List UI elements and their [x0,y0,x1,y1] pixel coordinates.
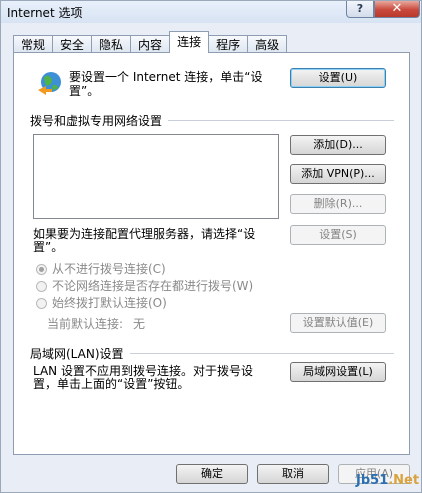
dialup-section-title: 拨号和虚拟专用网络设置 [30,112,169,129]
setup-text-line1: 要设置一个 Internet 连接，单击“设 [69,70,263,84]
tab-programs[interactable]: 程序 [208,35,249,53]
tab-security[interactable]: 安全 [52,35,93,53]
tab-strip: 常规 安全 隐私 内容 连接 程序 高级 [13,31,288,53]
internet-options-window: Internet 选项 ? ✕ 常规 安全 隐私 内容 连接 程序 高级 要设置… [0,0,422,493]
tab-general[interactable]: 常规 [13,35,54,53]
setup-text-line2: 置”。 [69,84,100,98]
current-default-label: 当前默认连接: [47,317,124,331]
site-watermark: Jb51.Net [356,473,419,488]
title-bar[interactable]: Internet 选项 ? ✕ [1,1,421,23]
never-dial-radio[interactable] [36,264,47,275]
lan-text-line2: 置，单击上面的“设置”按钮。 [33,377,190,391]
watermark-right: .Net [388,473,420,488]
delete-button[interactable]: 删除(R)... [290,194,386,214]
lan-settings-button[interactable]: 局域网设置(L) [290,362,386,382]
proxy-text-line2: 置”。 [33,240,64,254]
proxy-settings-button[interactable]: 设置(S) [290,225,386,245]
current-default-value: 无 [133,317,146,331]
connections-list[interactable] [33,134,279,219]
never-dial-label: 从不进行拨号连接(C) [52,262,166,276]
connections-panel: 要设置一个 Internet 连接，单击“设 置”。 设置(U) 拨号和虚拟专用… [13,52,410,455]
proxy-text-line1: 如果要为连接配置代理服务器，请选择“设 [33,227,256,241]
always-dial-label: 始终拨打默认连接(O) [52,296,167,310]
tab-privacy[interactable]: 隐私 [91,35,132,53]
ok-button[interactable]: 确定 [176,464,248,484]
close-button[interactable]: ✕ [374,1,420,18]
dial-whenever-radio[interactable] [36,281,47,292]
setup-button[interactable]: 设置(U) [290,68,386,88]
cancel-button[interactable]: 取消 [257,464,329,484]
dial-whenever-label: 不论网络连接是否存在都进行拨号(W) [52,279,254,293]
tab-connections[interactable]: 连接 [169,31,210,53]
always-dial-radio[interactable] [36,298,47,309]
add-vpn-button[interactable]: 添加 VPN(P)... [290,164,386,184]
lan-section-title: 局域网(LAN)设置 [30,345,130,362]
watermark-left: Jb51 [356,473,389,488]
set-default-button[interactable]: 设置默认值(E) [290,313,386,333]
tab-advanced[interactable]: 高级 [247,35,288,53]
tab-content[interactable]: 内容 [130,35,171,53]
help-button[interactable]: ? [346,1,374,18]
window-title: Internet 选项 [7,6,83,20]
globe-connection-icon [38,72,61,95]
add-button[interactable]: 添加(D)... [290,135,386,155]
lan-text-line1: LAN 设置不应用到拨号连接。对于拨号设 [33,364,253,378]
